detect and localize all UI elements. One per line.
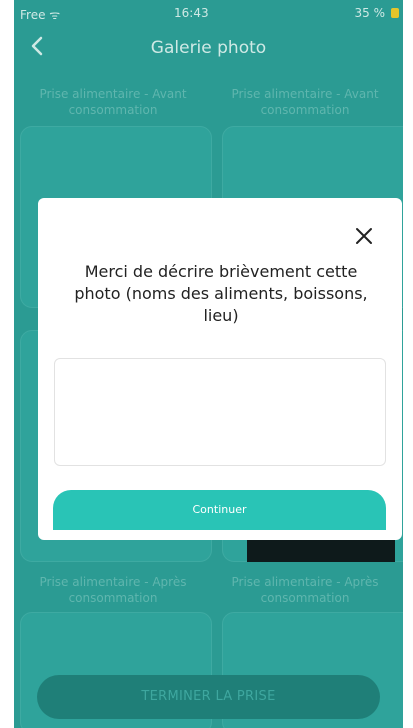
carrier-text: Free (20, 8, 46, 22)
label-after-1: Prise alimentaire - Après consommation (39, 575, 187, 605)
label-before-2: Prise alimentaire - Avant consommation (231, 87, 379, 117)
description-modal: Merci de décrire brièvement cette photo … (38, 198, 402, 540)
battery-percent: 35 % (354, 6, 386, 20)
label-after-2: Prise alimentaire - Après consommation (231, 575, 379, 605)
header: Galerie photo (14, 30, 403, 66)
frame-left (0, 0, 14, 728)
modal-prompt: Merci de décrire brièvement cette photo … (74, 262, 368, 325)
continue-button[interactable]: Continuer (53, 490, 386, 530)
battery-icon (391, 8, 399, 18)
page-title: Galerie photo (150, 38, 267, 58)
label-before-1: Prise alimentaire - Avant consommation (39, 87, 187, 117)
description-input[interactable] (54, 358, 386, 466)
wifi-icon: ᯤ (49, 8, 61, 22)
finish-meal-button[interactable]: TERMINER LA PRISE (37, 675, 380, 719)
status-bar: Free ᯤ 16:43 35 % (14, 0, 403, 24)
status-time: 16:43 (174, 6, 209, 20)
close-icon[interactable] (354, 226, 374, 246)
frame-right (403, 0, 413, 728)
carrier-label: Free ᯤ (20, 6, 60, 23)
